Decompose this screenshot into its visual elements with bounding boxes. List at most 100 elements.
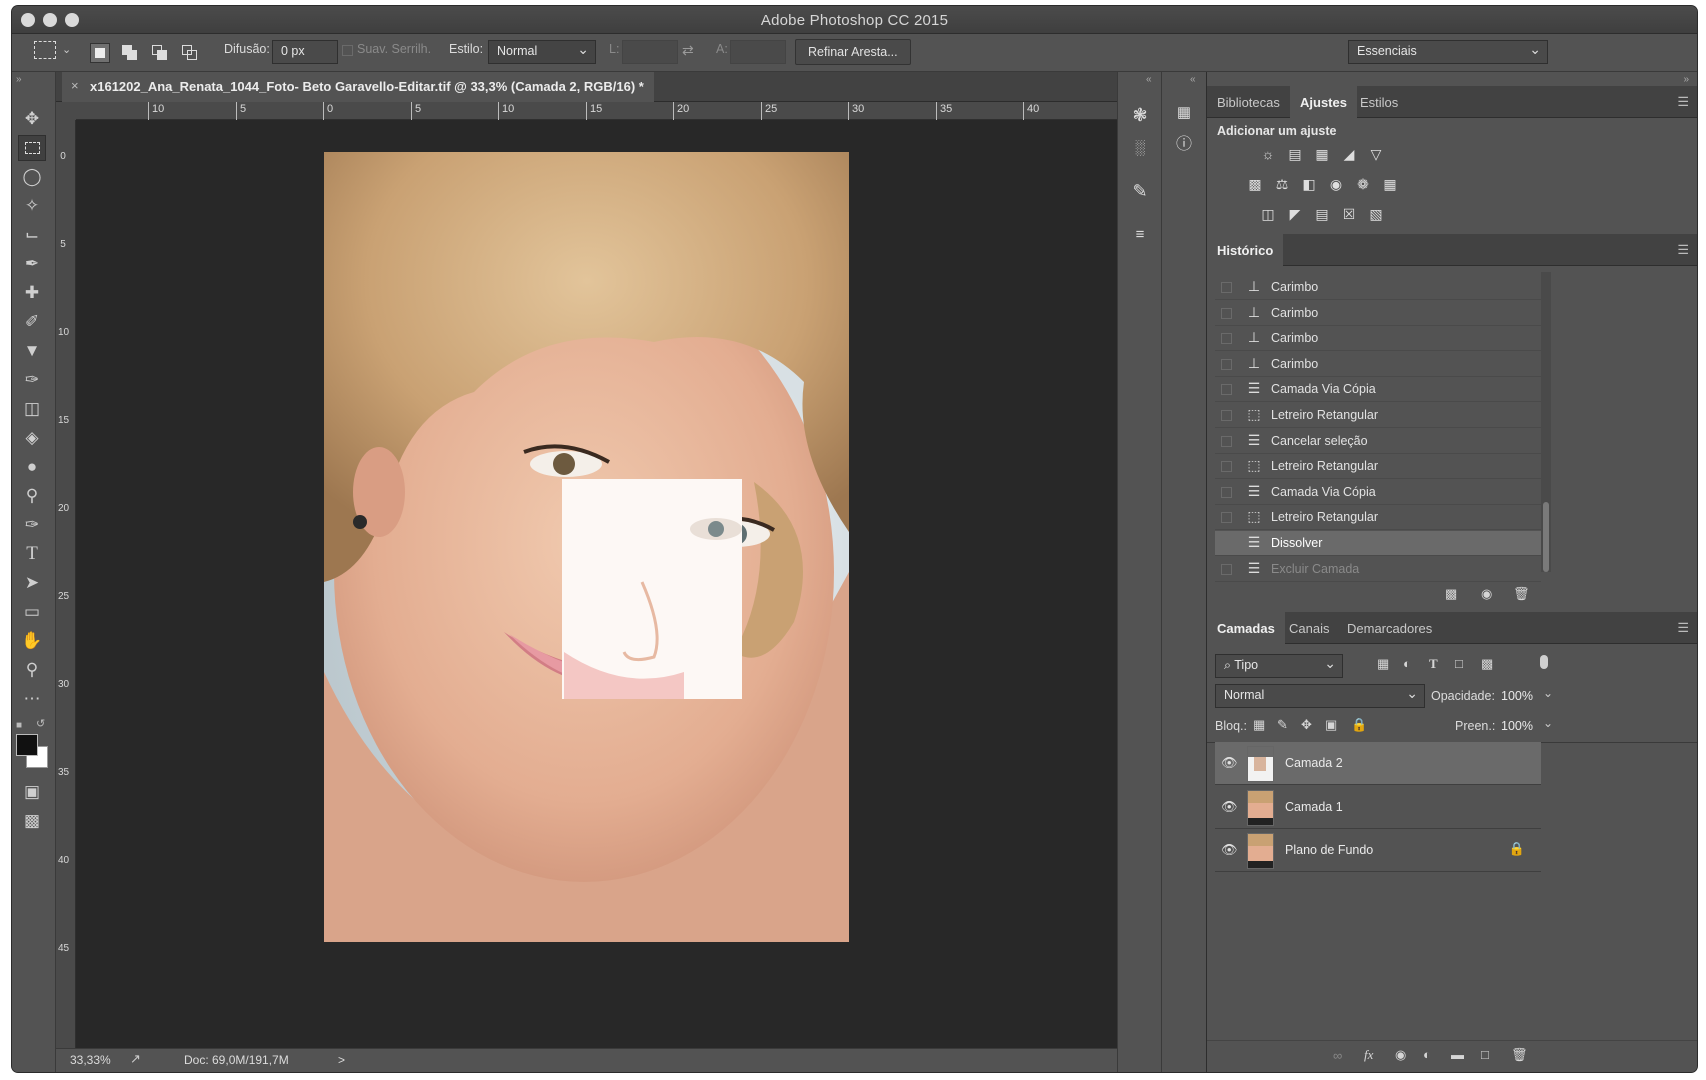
curves-icon[interactable]: ▦: [1311, 144, 1333, 164]
trash-icon[interactable]: 🗑: [1511, 1047, 1528, 1063]
history-brush-source-checkbox[interactable]: [1221, 486, 1232, 498]
add-to-selection-button[interactable]: [120, 43, 140, 63]
blend-mode-select[interactable]: Normal: [1215, 684, 1425, 708]
filter-pixel-icon[interactable]: ▦: [1377, 656, 1389, 672]
height-input[interactable]: [730, 40, 786, 64]
status-menu-arrow[interactable]: >: [338, 1053, 345, 1067]
tab-styles[interactable]: Estilos: [1350, 86, 1408, 118]
collapse-icon[interactable]: «: [1190, 74, 1196, 85]
swap-colors-icon[interactable]: ↺: [36, 717, 45, 730]
brightness-contrast-icon[interactable]: ☼: [1257, 144, 1279, 164]
document-tab[interactable]: × x161202_Ana_Renata_1044_Foto- Beto Gar…: [62, 72, 654, 102]
invert-icon[interactable]: ◫: [1257, 204, 1279, 224]
brush-tool-icon[interactable]: ✐: [18, 309, 46, 335]
history-brush-source-checkbox[interactable]: [1221, 410, 1232, 421]
history-item[interactable]: ☰ Cancelar seleção: [1215, 429, 1541, 454]
hand-tool-icon[interactable]: ✋: [18, 628, 46, 654]
tab-history[interactable]: Histórico: [1207, 234, 1284, 266]
navigator-icon[interactable]: ❃: [1126, 102, 1154, 128]
panel-menu-icon[interactable]: ☰: [1677, 242, 1689, 258]
add-mask-icon[interactable]: ◉: [1395, 1047, 1406, 1063]
gradient-map-icon[interactable]: ▧: [1365, 204, 1387, 224]
paint-bucket-tool-icon[interactable]: ◈: [18, 425, 46, 451]
info-icon[interactable]: ⓘ: [1170, 132, 1198, 158]
path-selection-tool-icon[interactable]: ➤: [18, 570, 46, 596]
selective-color-icon[interactable]: ☒: [1338, 204, 1360, 224]
history-item[interactable]: ⊥ Carimbo: [1215, 352, 1541, 377]
channel-mixer-icon[interactable]: ❁: [1352, 174, 1374, 194]
history-scrollbar[interactable]: [1541, 272, 1551, 572]
history-item[interactable]: ⊥ Carimbo: [1215, 275, 1541, 300]
history-brush-source-checkbox[interactable]: [1221, 333, 1232, 345]
default-colors-icon[interactable]: ■: [16, 720, 22, 731]
chevron-down-icon[interactable]: ⌄: [1543, 686, 1553, 700]
clone-source-icon[interactable]: ≡: [1126, 222, 1154, 248]
history-item[interactable]: ⬚ Letreiro Retangular: [1215, 403, 1541, 428]
rectangle-tool-icon[interactable]: ▭: [18, 599, 46, 625]
chevron-down-icon[interactable]: ⌄: [62, 43, 71, 56]
layer-row[interactable]: 👁 Plano de Fundo 🔒: [1215, 829, 1541, 872]
new-layer-icon[interactable]: □: [1481, 1047, 1489, 1062]
lasso-tool-icon[interactable]: ◯: [18, 164, 46, 190]
feather-input[interactable]: 0 px: [272, 40, 338, 64]
opacity-input[interactable]: 100%: [1501, 689, 1533, 703]
history-item[interactable]: ☰ Camada Via Cópia: [1215, 377, 1541, 403]
magic-wand-tool-icon[interactable]: ✧: [18, 193, 46, 219]
export-icon[interactable]: ↗: [130, 1051, 141, 1067]
zoom-level[interactable]: 33,33%: [70, 1053, 111, 1067]
lock-pixels-icon[interactable]: ✎: [1277, 717, 1288, 733]
quick-mask-icon[interactable]: ▣: [18, 779, 46, 805]
vibrance-icon[interactable]: ▽: [1365, 144, 1387, 164]
width-input[interactable]: [622, 40, 678, 64]
history-brush-source-checkbox[interactable]: [1221, 384, 1232, 396]
panel-menu-icon[interactable]: ☰: [1677, 94, 1689, 110]
hue-saturation-icon[interactable]: ▩: [1244, 174, 1266, 194]
swap-icon[interactable]: ⇄: [682, 42, 694, 59]
snapshot-icon[interactable]: ◉: [1481, 586, 1492, 602]
rect-marquee-tool-icon[interactable]: [18, 135, 46, 161]
new-document-from-state-icon[interactable]: ▩: [1445, 586, 1457, 602]
history-brush-source-checkbox[interactable]: [1221, 435, 1232, 447]
color-balance-icon[interactable]: ⚖: [1271, 174, 1293, 194]
history-brush-source-checkbox[interactable]: [1221, 358, 1232, 370]
tab-layers[interactable]: Camadas: [1207, 612, 1285, 644]
chevron-down-icon[interactable]: ⌄: [1543, 716, 1553, 730]
close-tab-icon[interactable]: ×: [71, 78, 79, 93]
black-white-icon[interactable]: ◧: [1298, 174, 1320, 194]
layer-row[interactable]: 👁 Camada 1: [1215, 786, 1541, 829]
subtract-from-selection-button[interactable]: [150, 43, 170, 63]
style-select[interactable]: Normal: [488, 40, 596, 64]
eraser-tool-icon[interactable]: ◫: [18, 396, 46, 422]
marquee-tool-preset-icon[interactable]: [34, 41, 56, 59]
posterize-icon[interactable]: ◤: [1284, 204, 1306, 224]
antialias-checkbox[interactable]: [342, 45, 353, 56]
layer-style-icon[interactable]: fx: [1364, 1047, 1373, 1063]
pen-tool-icon[interactable]: ✑: [18, 512, 46, 538]
foreground-color-swatch[interactable]: [16, 734, 38, 756]
history-brush-source-checkbox[interactable]: [1221, 461, 1232, 473]
lock-artboard-icon[interactable]: ▣: [1325, 717, 1337, 733]
new-group-icon[interactable]: ▬: [1451, 1047, 1464, 1062]
history-brush-source-checkbox[interactable]: [1221, 307, 1232, 319]
healing-brush-tool-icon[interactable]: ✚: [18, 280, 46, 306]
zoom-tool-icon[interactable]: ⚲: [18, 657, 46, 683]
history-item[interactable]: ☰ Dissolver: [1215, 531, 1541, 556]
eyedropper-tool-icon[interactable]: ✒: [18, 251, 46, 277]
properties-icon[interactable]: ▦: [1170, 100, 1198, 126]
history-brush-source-checkbox[interactable]: [1221, 538, 1232, 549]
filter-smart-object-icon[interactable]: ▩: [1481, 656, 1493, 672]
panel-menu-icon[interactable]: ☰: [1677, 620, 1689, 636]
exposure-icon[interactable]: ◢: [1338, 144, 1360, 164]
lock-transparency-icon[interactable]: ▦: [1253, 717, 1265, 733]
screen-mode-icon[interactable]: ▩: [18, 808, 46, 834]
color-lookup-icon[interactable]: ▦: [1379, 174, 1401, 194]
filter-toggle[interactable]: [1540, 655, 1548, 669]
lock-position-icon[interactable]: ✥: [1301, 717, 1312, 733]
history-brush-source-checkbox[interactable]: [1221, 512, 1232, 524]
tab-libraries[interactable]: Bibliotecas: [1207, 86, 1290, 118]
history-item[interactable]: ⊥ Carimbo: [1215, 326, 1541, 352]
visibility-eye-icon[interactable]: 👁: [1221, 755, 1238, 771]
history-item[interactable]: ☰ Excluir Camada: [1215, 557, 1541, 582]
tab-paths[interactable]: Demarcadores: [1337, 612, 1442, 644]
tab-adjustments[interactable]: Ajustes: [1290, 86, 1357, 118]
